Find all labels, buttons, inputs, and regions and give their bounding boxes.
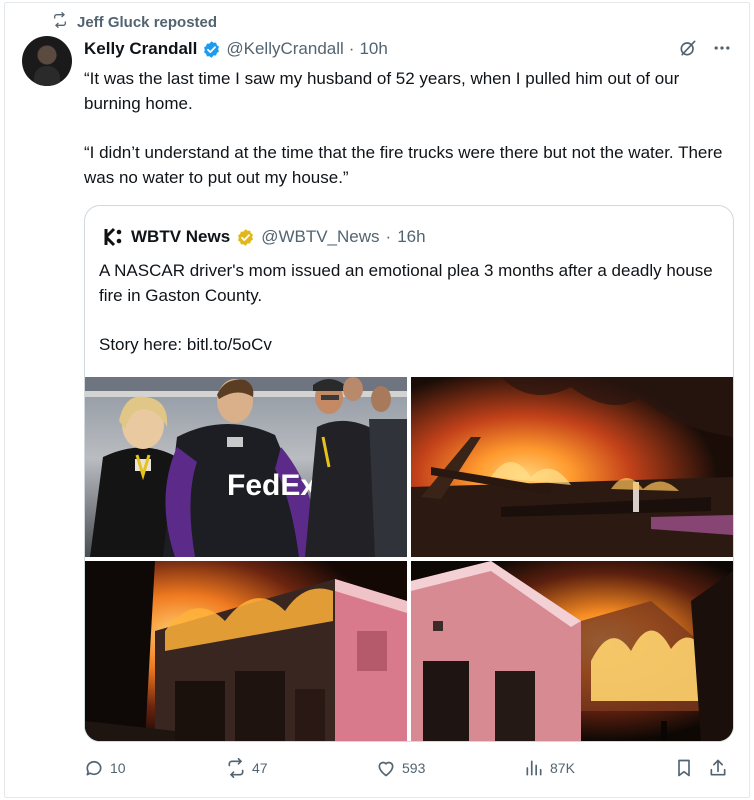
tweet-paragraph: “I didn’t understand at the time that th…	[84, 143, 723, 187]
photo-burning-house[interactable]	[411, 561, 733, 741]
author-name[interactable]: Kelly Crandall	[84, 39, 197, 59]
tweet-text: “It was the last time I saw my husband o…	[84, 66, 732, 214]
photo-burning-garage[interactable]	[85, 561, 407, 741]
photo-grid: FedEx	[85, 377, 733, 741]
heart-icon	[376, 758, 396, 778]
grok-icon[interactable]	[678, 38, 698, 58]
gold-verified-badge-icon[interactable]	[236, 228, 255, 247]
verified-badge-icon[interactable]	[202, 40, 221, 59]
quoted-author-name[interactable]: WBTV News	[131, 227, 230, 247]
author-handle[interactable]: @KellyCrandall	[226, 39, 343, 59]
separator-dot: ·	[385, 227, 392, 246]
quoted-tweet-time[interactable]: 16h	[397, 227, 425, 247]
reply-icon	[84, 758, 104, 778]
repost-icon	[52, 12, 68, 32]
bookmark-button[interactable]	[674, 758, 694, 778]
share-icon	[708, 758, 728, 778]
quoted-tweet-header: WBTV News @WBTV_News · 16h	[103, 226, 426, 248]
quoted-tweet[interactable]: WBTV News @WBTV_News · 16h A NASCAR driv…	[84, 205, 734, 742]
avatar[interactable]	[22, 36, 72, 86]
photo-fire-night[interactable]	[411, 377, 733, 557]
more-options-icon[interactable]	[712, 38, 732, 58]
like-count: 593	[402, 760, 426, 776]
share-button[interactable]	[708, 758, 728, 778]
analytics-icon	[524, 758, 544, 778]
reply-action[interactable]: 10	[84, 758, 126, 778]
repost-context[interactable]: Jeff Gluck reposted	[52, 12, 217, 32]
repost-icon	[226, 758, 246, 778]
photo-driver-and-mother[interactable]: FedEx	[85, 377, 407, 557]
views-action[interactable]: 87K	[524, 758, 575, 778]
like-action[interactable]: 593	[376, 758, 425, 778]
tweet-header: Kelly Crandall @KellyCrandall · 10h	[84, 39, 388, 59]
wbtv-logo-icon[interactable]	[103, 226, 125, 248]
tweet-paragraph: “It was the last time I saw my husband o…	[84, 69, 680, 113]
repost-action[interactable]: 47	[226, 758, 268, 778]
view-count: 87K	[550, 760, 575, 776]
reply-count: 10	[110, 760, 126, 776]
separator-dot: ·	[348, 39, 355, 58]
quoted-tweet-text: A NASCAR driver's mom issued an emotiona…	[99, 258, 719, 381]
repost-label: Jeff Gluck reposted	[77, 13, 218, 31]
tweet-time[interactable]: 10h	[359, 39, 387, 59]
quoted-author-handle[interactable]: @WBTV_News	[261, 227, 379, 247]
bookmark-icon	[674, 758, 694, 778]
repost-count: 47	[252, 760, 268, 776]
quoted-paragraph: A NASCAR driver's mom issued an emotiona…	[99, 261, 713, 305]
sponsor-logo-text: FedEx	[227, 469, 317, 502]
quoted-paragraph: Story here: bitl.to/5oCv	[99, 335, 272, 354]
tweet-top-controls	[678, 38, 732, 58]
tweet-actions: 10 47 593 87K	[84, 758, 734, 782]
